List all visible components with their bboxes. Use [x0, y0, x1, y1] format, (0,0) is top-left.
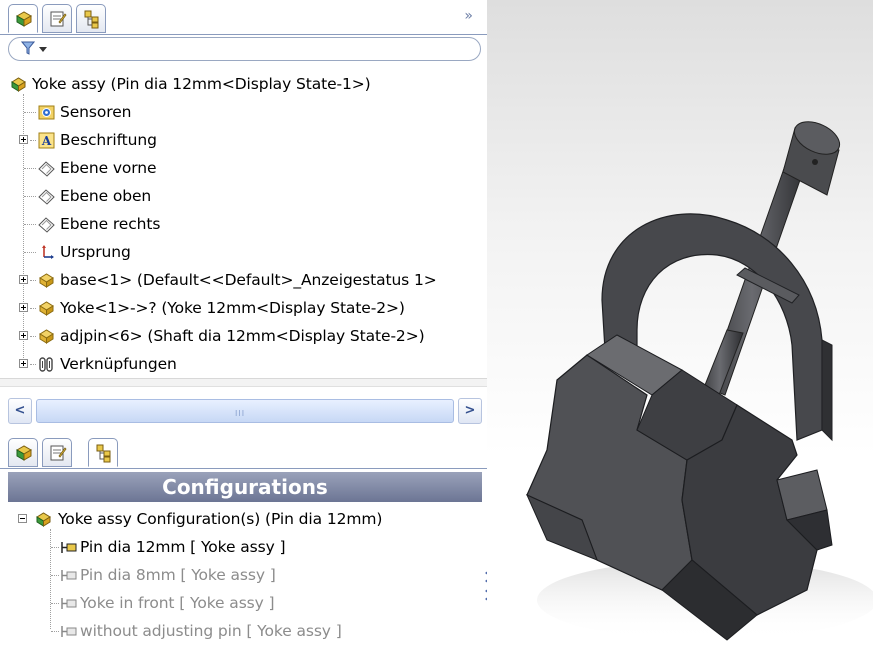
panel-splitter[interactable]: [0, 378, 487, 387]
horizontal-scrollbar[interactable]: < III >: [8, 397, 482, 427]
top-tab-strip: »: [0, 0, 487, 35]
configuration-manager-icon: [96, 444, 111, 463]
tree-item-beschriftung[interactable]: A Beschriftung: [0, 126, 487, 154]
tree-item-label: adjpin<6> (Shaft dia 12mm<Display State-…: [60, 327, 425, 345]
tree-item-label: Beschriftung: [60, 131, 157, 149]
tab-property-manager[interactable]: [42, 438, 72, 467]
feature-manager-icon: [15, 11, 33, 27]
tree-item-label: Yoke<1>->? (Yoke 12mm<Display State-2>): [60, 299, 405, 317]
plane-icon: [38, 161, 55, 177]
tree-item-label: base<1> (Default<<Default>_Anzeigestatus…: [60, 271, 437, 289]
filter-dropdown-caret-icon[interactable]: [39, 47, 47, 52]
scroll-left-button[interactable]: <: [8, 398, 32, 424]
config-item-pin-dia-8mm[interactable]: Pin dia 8mm [ Yoke assy ]: [0, 561, 487, 589]
tree-item-ebene-oben[interactable]: Ebene oben: [0, 182, 487, 210]
configuration-icon: [61, 570, 77, 581]
plane-icon: [38, 189, 55, 205]
tab-divider: [0, 468, 487, 469]
tab-feature-manager[interactable]: [8, 438, 38, 467]
tab-property-manager[interactable]: [42, 4, 72, 33]
collapse-toggle-icon[interactable]: [18, 514, 27, 523]
component-icon: [39, 273, 54, 288]
assembly-icon: [36, 512, 51, 527]
scrollbar-thumb[interactable]: III: [36, 399, 454, 423]
scrollbar-grip-icon: III: [235, 409, 246, 418]
expand-toggle-icon[interactable]: [19, 303, 28, 312]
tree-item-component-yoke[interactable]: Yoke<1>->? (Yoke 12mm<Display State-2>): [0, 294, 487, 322]
mates-icon: [39, 357, 53, 372]
tree-item-ursprung[interactable]: Ursprung: [0, 238, 487, 266]
configuration-manager-icon: [84, 10, 99, 29]
tree-item-mates[interactable]: Verknüpfungen: [0, 350, 487, 378]
annotations-icon: A: [38, 132, 55, 149]
config-root-row[interactable]: Yoke assy Configuration(s) (Pin dia 12mm…: [0, 505, 487, 533]
configuration-icon: [61, 598, 77, 609]
expand-toggle-icon[interactable]: [19, 331, 28, 340]
tree-item-sensoren[interactable]: Sensoren: [0, 98, 487, 126]
config-item-yoke-in-front[interactable]: Yoke in front [ Yoke assy ]: [0, 589, 487, 617]
svg-text:A: A: [41, 134, 52, 148]
expand-panel-button[interactable]: »: [464, 8, 473, 24]
property-manager-icon: [50, 11, 67, 27]
expand-toggle-icon[interactable]: [19, 135, 28, 144]
property-manager-icon: [50, 445, 67, 461]
origin-icon: [42, 245, 54, 259]
tree-item-ebene-rechts[interactable]: Ebene rechts: [0, 210, 487, 238]
expand-toggle-icon[interactable]: [19, 275, 28, 284]
config-root-label: Yoke assy Configuration(s) (Pin dia 12mm…: [58, 510, 383, 528]
config-item-without-adjusting-pin[interactable]: without adjusting pin [ Yoke assy ]: [0, 617, 487, 645]
config-item-label: Pin dia 8mm [ Yoke assy ]: [80, 566, 276, 584]
component-icon: [39, 329, 54, 344]
sensor-folder-icon: [38, 105, 55, 120]
filter-funnel-icon: [21, 41, 35, 55]
tab-divider: [0, 34, 487, 35]
config-item-label: Yoke in front [ Yoke assy ]: [80, 594, 275, 612]
tree-filter-input[interactable]: [8, 37, 481, 61]
configurations-header: Configurations: [8, 472, 482, 502]
tree-item-label: Ebene rechts: [60, 215, 161, 233]
configuration-active-icon: [61, 542, 77, 553]
tree-item-ebene-vorne[interactable]: Ebene vorne: [0, 154, 487, 182]
tree-item-label: Verknüpfungen: [60, 355, 177, 373]
tab-configuration-manager[interactable]: [76, 4, 106, 33]
yoke-assembly-model[interactable]: [487, 0, 873, 651]
tree-item-label: Ebene vorne: [60, 159, 157, 177]
tree-item-label: Ursprung: [60, 243, 131, 261]
tab-configuration-manager[interactable]: [88, 438, 118, 467]
scroll-right-button[interactable]: >: [458, 398, 482, 424]
graphics-viewport[interactable]: [487, 0, 873, 651]
config-item-pin-dia-12mm[interactable]: Pin dia 12mm [ Yoke assy ]: [0, 533, 487, 561]
feature-manager-panel: » Yoke assy (Pin dia 12mm<Display State-…: [0, 0, 489, 651]
tree-root-label: Yoke assy (Pin dia 12mm<Display State-1>…: [32, 75, 371, 93]
feature-manager-icon: [15, 445, 33, 461]
bottom-tab-strip: [0, 434, 487, 469]
expand-toggle-icon[interactable]: [19, 359, 28, 368]
tab-feature-manager[interactable]: [8, 4, 38, 33]
config-item-label: Pin dia 12mm [ Yoke assy ]: [80, 538, 286, 556]
tree-item-label: Sensoren: [60, 103, 132, 121]
config-item-label: without adjusting pin [ Yoke assy ]: [80, 622, 342, 640]
plane-icon: [38, 217, 55, 233]
component-icon: [39, 301, 54, 316]
configuration-icon: [61, 626, 77, 637]
assembly-icon: [11, 77, 26, 92]
tree-item-component-adjpin[interactable]: adjpin<6> (Shaft dia 12mm<Display State-…: [0, 322, 487, 350]
tree-item-label: Ebene oben: [60, 187, 152, 205]
tree-item-component-base[interactable]: base<1> (Default<<Default>_Anzeigestatus…: [0, 266, 487, 294]
